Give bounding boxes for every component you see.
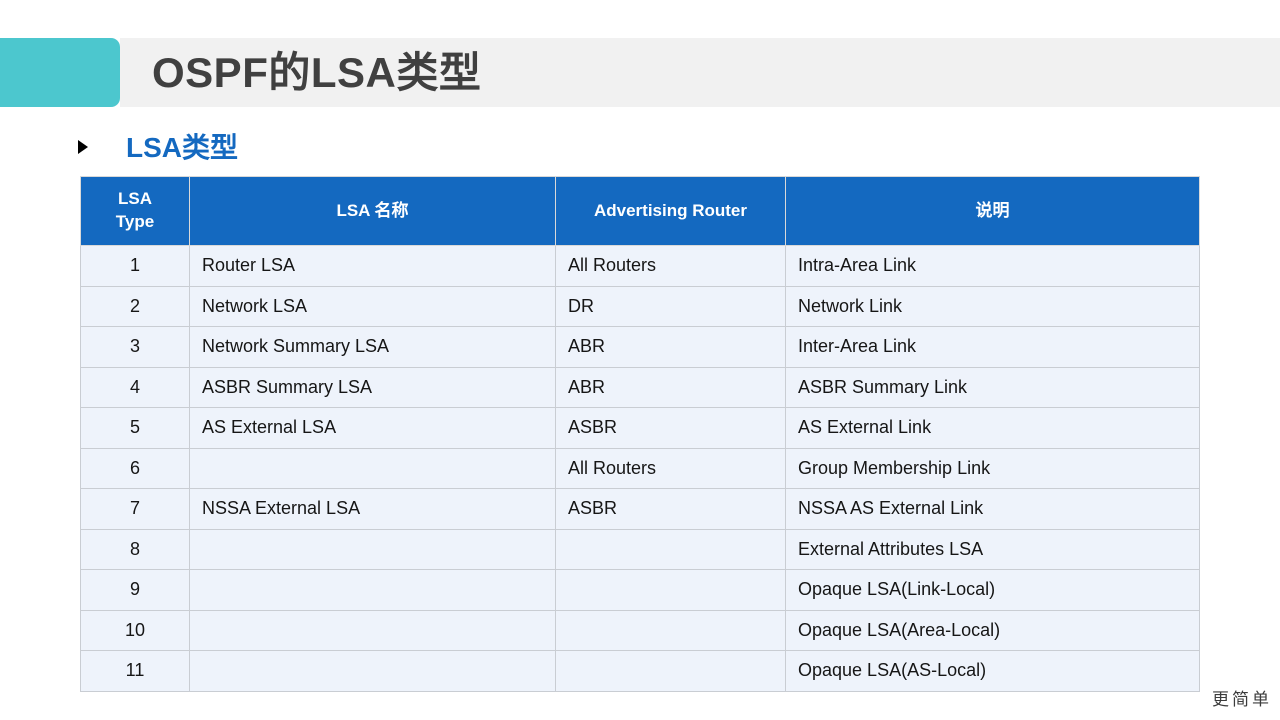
table-row: 9 Opaque LSA(Link-Local) — [80, 569, 1200, 611]
lsa-type-table: LSA Type LSA 名称 Advertising Router 说明 1R… — [80, 176, 1200, 692]
table-cell-adv: All Routers — [555, 245, 786, 287]
table-cell-name: NSSA External LSA — [189, 488, 556, 530]
table-cell-name: ASBR Summary LSA — [189, 366, 556, 408]
table-cell-name — [189, 650, 556, 692]
table-row: 10 Opaque LSA(Area-Local) — [80, 609, 1200, 651]
table-cell-type: 3 — [80, 326, 190, 368]
watermark-text: 更简单 — [1212, 690, 1272, 710]
table-cell-name — [189, 569, 556, 611]
table-cell-type: 7 — [80, 488, 190, 530]
table-cell-adv: ASBR — [555, 488, 786, 530]
page-title: OSPF的LSA类型 — [152, 49, 482, 96]
table-row: 6 All Routers Group Membership Link — [80, 447, 1200, 489]
table-cell-name — [189, 447, 556, 489]
table-row: 8 External Attributes LSA — [80, 528, 1200, 570]
table-cell-adv — [555, 569, 786, 611]
table-cell-adv: All Routers — [555, 447, 786, 489]
table-cell-desc: ASBR Summary Link — [785, 366, 1200, 408]
table-cell-adv — [555, 650, 786, 692]
table-cell-desc: Network Link — [785, 285, 1200, 327]
table-cell-type: 10 — [80, 609, 190, 651]
column-header-lsa-type-line2: Type — [115, 212, 155, 231]
table-cell-desc: AS External Link — [785, 407, 1200, 449]
table-cell-name: Router LSA — [189, 245, 556, 287]
slide-header: OSPF的LSA类型 — [0, 38, 1280, 107]
column-header-lsa-type-line1: LSA — [118, 189, 152, 209]
lsa-type-table-container: LSA Type LSA 名称 Advertising Router 说明 1R… — [80, 176, 1200, 692]
table-cell-desc: Opaque LSA(Area-Local) — [785, 609, 1200, 651]
table-cell-name: AS External LSA — [189, 407, 556, 449]
table-cell-name — [189, 528, 556, 570]
table-cell-adv — [555, 528, 786, 570]
column-header-advertising-router: Advertising Router — [555, 176, 786, 246]
table-row: 11 Opaque LSA(AS-Local) — [80, 650, 1200, 692]
column-header-lsa-type: LSA Type — [80, 176, 190, 246]
table-cell-adv: ABR — [555, 366, 786, 408]
table-cell-name: Network Summary LSA — [189, 326, 556, 368]
table-row: 4 ASBR Summary LSA ABR ASBR Summary Link — [80, 366, 1200, 408]
column-header-description: 说明 — [785, 176, 1200, 246]
column-header-lsa-name: LSA 名称 — [189, 176, 556, 246]
table-row: 2 Network LSA DR Network Link — [80, 285, 1200, 327]
table-row: 3 Network Summary LSA ABR Inter-Area Link — [80, 326, 1200, 368]
table-cell-type: 8 — [80, 528, 190, 570]
table-cell-adv: ABR — [555, 326, 786, 368]
subtitle-label: LSA类型 — [126, 132, 239, 163]
table-body: 1 Router LSA All Routers Intra-Area Link 2 Ne… — [80, 245, 1200, 692]
table-cell-desc: Opaque LSA(Link-Local) — [785, 569, 1200, 611]
table-cell-type: 1 — [80, 245, 190, 287]
table-cell-desc: Intra-Area Link — [785, 245, 1200, 287]
table-cell-desc: External Attributes LSA — [785, 528, 1200, 570]
table-cell-name — [189, 609, 556, 651]
table-cell-desc: Opaque LSA(AS-Local) — [785, 650, 1200, 692]
table-cell-name: Network LSA — [189, 285, 556, 327]
table-cell-type: 2 — [80, 285, 190, 327]
table-header-row: LSA Type LSA 名称 Advertising Router 说明 — [80, 176, 1200, 246]
table-row: 5 AS External LSA ASBR AS External Link — [80, 407, 1200, 449]
table-cell-type: 5 — [80, 407, 190, 449]
header-accent-block — [0, 38, 120, 107]
triangle-right-icon — [78, 140, 88, 154]
table-cell-adv — [555, 609, 786, 651]
table-row: 7 NSSA External LSA ASBR NSSA AS External L… — [80, 488, 1200, 530]
table-row: 1 Router LSA All Routers Intra-Area Link — [80, 245, 1200, 287]
table-cell-type: 9 — [80, 569, 190, 611]
table-header: LSA Type LSA 名称 Advertising Router 说明 — [80, 176, 1200, 246]
table-cell-desc: NSSA AS External Link — [785, 488, 1200, 530]
table-cell-desc: Group Membership Link — [785, 447, 1200, 489]
table-cell-adv: ASBR — [555, 407, 786, 449]
subtitle-row: LSA类型 — [78, 126, 238, 166]
table-cell-type: 4 — [80, 366, 190, 408]
table-cell-type: 11 — [80, 650, 190, 692]
table-cell-type: 6 — [80, 447, 190, 489]
table-cell-desc: Inter-Area Link — [785, 326, 1200, 368]
table-cell-adv: DR — [555, 285, 786, 327]
